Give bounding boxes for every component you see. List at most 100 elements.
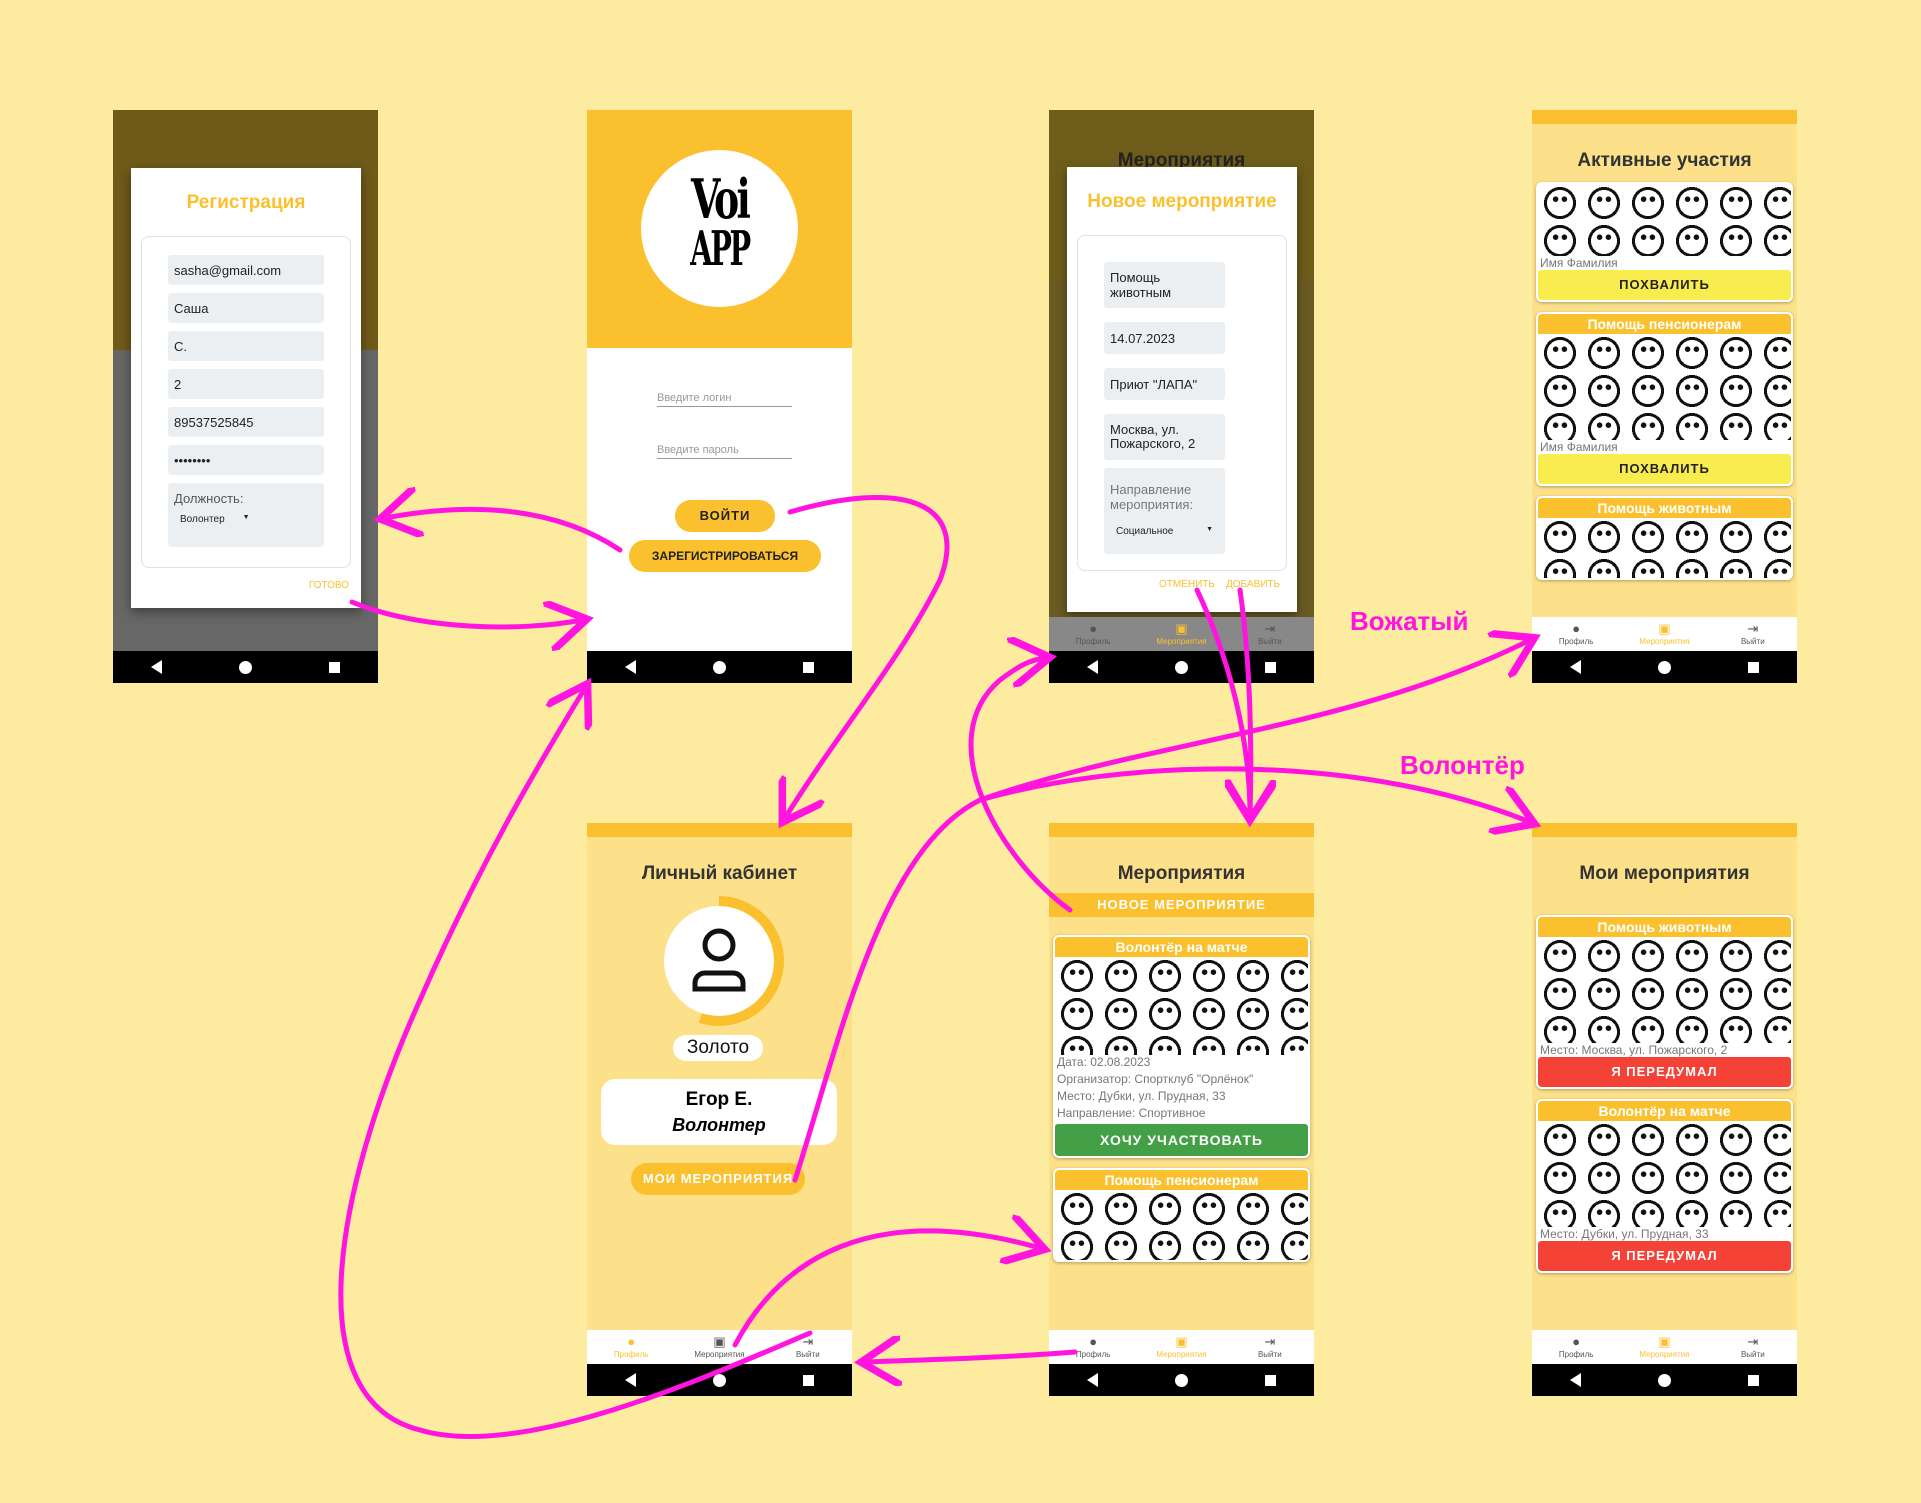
- event-image: [1538, 518, 1791, 578]
- tab-logout[interactable]: ⇥ Выйти: [1709, 617, 1796, 651]
- event-date-field[interactable]: 14.07.2023: [1104, 322, 1225, 354]
- recents-icon[interactable]: [1747, 1374, 1759, 1386]
- password-input[interactable]: Введите пароль: [657, 444, 792, 459]
- card-title: Волонтёр на матче: [1055, 937, 1308, 957]
- recents-icon[interactable]: [802, 1374, 814, 1386]
- recents-icon[interactable]: [1264, 661, 1276, 673]
- back-icon[interactable]: [625, 660, 637, 674]
- dialog-title: Регистрация: [186, 192, 306, 213]
- direction-label: Направление мероприятия:: [1110, 482, 1194, 512]
- back-icon[interactable]: [1570, 1373, 1582, 1387]
- cabinet-screen: Личный кабинет Золото Егор Е. Волонтер М…: [587, 823, 852, 1396]
- number-field[interactable]: 2: [168, 369, 324, 399]
- tab-label: Выйти: [1257, 1350, 1282, 1359]
- recents-icon[interactable]: [802, 661, 814, 673]
- tab-label: Профиль: [1075, 637, 1111, 646]
- recents-icon[interactable]: [328, 661, 340, 673]
- new-event-button[interactable]: НОВОЕ МЕРОПРИЯТИЕ: [1049, 893, 1314, 917]
- event-name-field[interactable]: Помощь животным: [1104, 262, 1225, 308]
- tab-label: Выйти: [1740, 637, 1765, 646]
- recents-icon[interactable]: [1264, 1374, 1276, 1386]
- tab-label: Профиль: [1558, 637, 1594, 646]
- changed-mind-button[interactable]: Я ПЕРЕДУМАЛ: [1538, 1057, 1791, 1087]
- event-card: Помощь пенсионерам: [1053, 1168, 1310, 1262]
- changed-mind-button[interactable]: Я ПЕРЕДУМАЛ: [1538, 1241, 1791, 1271]
- arrow-login-to-registration: [385, 509, 623, 553]
- system-nav-bar: [1049, 1364, 1314, 1396]
- back-icon[interactable]: [625, 1373, 637, 1387]
- back-icon[interactable]: [1087, 1373, 1099, 1387]
- tab-events[interactable]: ▣ Мероприятия: [676, 1330, 763, 1364]
- login-input[interactable]: Введите логин: [657, 392, 792, 407]
- tab-label: Профиль: [1558, 1350, 1594, 1359]
- system-nav-bar: [1532, 1364, 1797, 1396]
- tab-logout[interactable]: ⇥ Выйти: [1709, 1330, 1796, 1364]
- bottom-tab-bar: ● Профиль ▣ Мероприятия ⇥ Выйти: [587, 1330, 852, 1364]
- add-button[interactable]: ДОБАВИТЬ: [1226, 579, 1280, 590]
- tab-profile[interactable]: ● Профиль: [1532, 617, 1619, 651]
- direction-select[interactable]: Направление мероприятия: Социальное ▼: [1104, 468, 1225, 554]
- home-icon[interactable]: [238, 660, 252, 674]
- home-icon[interactable]: [1174, 660, 1188, 674]
- dialog-title: Новое мероприятие: [1087, 191, 1277, 212]
- page-title: Мероприятия: [1117, 863, 1246, 884]
- tab-events[interactable]: ▣ Мероприятия: [1138, 1330, 1225, 1364]
- home-icon[interactable]: [712, 1373, 726, 1387]
- profile-icon: ●: [627, 1334, 636, 1349]
- phone-field[interactable]: 89537525845: [168, 407, 324, 437]
- participant-name: Имя Фамилия: [1540, 256, 1618, 270]
- tab-logout[interactable]: ⇥ Выйти: [1226, 617, 1313, 651]
- password-field[interactable]: ••••••••: [168, 445, 324, 475]
- tab-profile[interactable]: ● Профиль: [1532, 1330, 1619, 1364]
- tab-profile[interactable]: ● Профиль: [1049, 617, 1136, 651]
- home-icon[interactable]: [712, 660, 726, 674]
- login-button[interactable]: ВОЙТИ: [675, 500, 775, 532]
- register-button[interactable]: ЗАРЕГИСТРИРОВАТЬСЯ: [629, 540, 821, 572]
- bottom-tab-bar: ● Профиль ▣ Мероприятия ⇥ Выйти: [1049, 1330, 1314, 1364]
- recents-icon[interactable]: [1747, 661, 1759, 673]
- tab-events[interactable]: ▣ Мероприятия: [1621, 1330, 1708, 1364]
- event-address-field[interactable]: Москва, ул. Пожарского, 2: [1104, 414, 1225, 460]
- cancel-button[interactable]: ОТМЕНИТЬ: [1159, 579, 1215, 590]
- logo-text-top: Voi: [690, 167, 751, 231]
- dropdown-arrow-icon: ▼: [242, 514, 250, 521]
- tab-logout[interactable]: ⇥ Выйти: [1226, 1330, 1313, 1364]
- last-name-field[interactable]: С.: [168, 331, 324, 361]
- card-title: Помощь животным: [1538, 498, 1791, 518]
- volunteer-label: Волонтёр: [1400, 750, 1525, 780]
- tab-logout[interactable]: ⇥ Выйти: [764, 1330, 851, 1364]
- profile-icon: ●: [1089, 621, 1098, 636]
- active-card: Помощь пенсионерам Имя Фамилия ПОХВАЛИТЬ: [1536, 312, 1793, 486]
- event-organizer-field[interactable]: Приют "ЛАПА": [1104, 368, 1225, 400]
- tab-profile[interactable]: ● Профиль: [587, 1330, 674, 1364]
- role-value-row: Волонтер ▼: [180, 514, 312, 525]
- home-icon[interactable]: [1657, 660, 1671, 674]
- card-title: Помощь животным: [1538, 917, 1791, 937]
- new-event-screen: Мероприятия Новое мероприятие Помощь жив…: [1049, 110, 1314, 683]
- praise-button[interactable]: ПОХВАЛИТЬ: [1538, 454, 1791, 484]
- tab-events[interactable]: ▣ Мероприятия: [1621, 617, 1708, 651]
- praise-button[interactable]: ПОХВАЛИТЬ: [1538, 270, 1791, 300]
- back-icon[interactable]: [1087, 660, 1099, 674]
- first-name-field[interactable]: Саша: [168, 293, 324, 323]
- email-field[interactable]: sasha@gmail.com: [168, 255, 324, 285]
- page-title: Активные участия: [1577, 150, 1752, 171]
- done-button[interactable]: ГОТОВО: [309, 580, 349, 591]
- back-icon[interactable]: [151, 660, 163, 674]
- join-button[interactable]: ХОЧУ УЧАСТВОВАТЬ: [1055, 1124, 1308, 1156]
- home-icon[interactable]: [1657, 1373, 1671, 1387]
- tab-events[interactable]: ▣ Мероприятия: [1138, 617, 1225, 651]
- back-icon[interactable]: [1570, 660, 1582, 674]
- event-image: [1055, 957, 1308, 1055]
- logout-icon: ⇥: [1264, 621, 1276, 636]
- dropdown-arrow-icon: ▼: [1206, 526, 1213, 533]
- home-icon[interactable]: [1174, 1373, 1188, 1387]
- tab-profile[interactable]: ● Профиль: [1049, 1330, 1136, 1364]
- rank-badge: Золото: [673, 1035, 763, 1061]
- role-label: Должность:: [174, 491, 244, 506]
- registration-dialog: Регистрация sasha@gmail.com Саша С. 2 89…: [131, 168, 361, 608]
- role-select[interactable]: Должность: Волонтер ▼: [168, 483, 324, 547]
- event-image: [1538, 184, 1791, 256]
- my-events-button[interactable]: МОИ МЕРОПРИЯТИЯ: [631, 1163, 805, 1195]
- calendar-icon: ▣: [713, 1334, 726, 1349]
